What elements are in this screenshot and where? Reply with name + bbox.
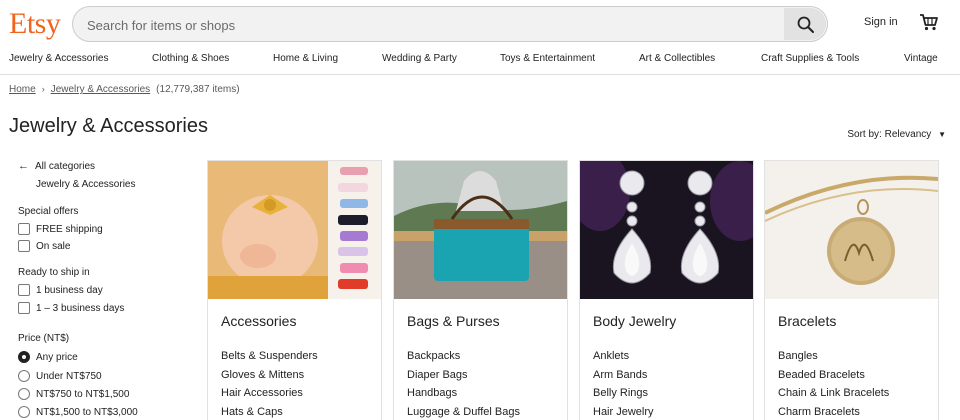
subcategory-link[interactable]: Hats & Caps <box>221 403 318 420</box>
option-label: NT$1,500 to NT$3,000 <box>36 406 138 418</box>
radio-button[interactable] <box>18 406 30 418</box>
subcategory-link[interactable]: Anklets <box>593 347 654 366</box>
cart-button[interactable] <box>919 13 939 36</box>
search-input[interactable] <box>87 15 777 35</box>
page-title: Jewelry & Accessories <box>9 115 208 137</box>
category-image <box>765 161 938 299</box>
nav-home-living[interactable]: Home & Living <box>273 53 338 64</box>
price-750-1500-option[interactable]: NT$750 to NT$1,500 <box>18 388 129 400</box>
category-title[interactable]: Bags & Purses <box>407 313 500 329</box>
ship-1-day-option[interactable]: 1 business day <box>18 284 103 296</box>
checkbox[interactable] <box>18 302 30 314</box>
subcategory-list: Bangles Beaded Bracelets Chain & Link Br… <box>778 347 889 420</box>
subcategory-link[interactable]: Backpacks <box>407 347 520 366</box>
sign-in-link[interactable]: Sign in <box>864 16 898 28</box>
current-category-label: Jewelry & Accessories <box>36 179 136 190</box>
option-label: NT$750 to NT$1,500 <box>36 388 130 400</box>
radio-button[interactable] <box>18 370 30 382</box>
nav-toys-entertainment[interactable]: Toys & Entertainment <box>500 53 595 64</box>
on-sale-option[interactable]: On sale <box>18 240 70 252</box>
all-categories-link[interactable]: ← All categories <box>18 160 95 172</box>
option-label: On sale <box>36 240 71 252</box>
subcategory-link[interactable]: Bangles <box>778 347 889 366</box>
ready-to-ship-heading: Ready to ship in <box>18 267 90 278</box>
breadcrumb-current[interactable]: Jewelry & Accessories <box>51 84 150 95</box>
category-image <box>394 161 567 299</box>
breadcrumb-home[interactable]: Home <box>9 84 36 95</box>
category-nav: Jewelry & Accessories Clothing & Shoes H… <box>0 53 960 75</box>
breadcrumb: Home › Jewelry & Accessories (12,779,387 it… <box>9 84 240 95</box>
subcategory-link[interactable]: Belts & Suspenders <box>221 347 318 366</box>
subcategory-link[interactable]: Diaper Bags <box>407 366 520 385</box>
category-card-bracelets[interactable]: Bracelets Bangles Beaded Bracelets Chain… <box>764 160 939 420</box>
subcategory-link[interactable]: Luggage & Duffel Bags <box>407 403 520 420</box>
nav-clothing-shoes[interactable]: Clothing & Shoes <box>152 53 229 64</box>
category-title[interactable]: Accessories <box>221 313 296 329</box>
category-card-accessories[interactable]: Accessories Belts & Suspenders Gloves & … <box>207 160 382 420</box>
item-count: (12,779,387 items) <box>156 84 240 95</box>
price-heading: Price (NT$) <box>18 333 70 344</box>
sort-label: Sort by: Relevancy <box>847 129 932 140</box>
subcategory-list: Anklets Arm Bands Belly Rings Hair Jewel… <box>593 347 654 420</box>
category-card-body-jewelry[interactable]: Body Jewelry Anklets Arm Bands Belly Rin… <box>579 160 754 420</box>
subcategory-link[interactable]: Arm Bands <box>593 366 654 385</box>
radio-button[interactable] <box>18 351 30 363</box>
subcategory-link[interactable]: Hair Jewelry <box>593 403 654 420</box>
search-icon <box>797 16 814 33</box>
arrow-left-icon: ← <box>18 160 29 172</box>
subcategory-link[interactable]: Chain & Link Bracelets <box>778 384 889 403</box>
nav-craft-supplies-tools[interactable]: Craft Supplies & Tools <box>761 53 859 64</box>
nav-art-collectibles[interactable]: Art & Collectibles <box>639 53 715 64</box>
all-categories-label: All categories <box>35 160 96 172</box>
nav-jewelry-accessories[interactable]: Jewelry & Accessories <box>9 53 108 64</box>
category-title[interactable]: Bracelets <box>778 313 836 329</box>
category-card-bags-purses[interactable]: Bags & Purses Backpacks Diaper Bags Hand… <box>393 160 568 420</box>
nav-wedding-party[interactable]: Wedding & Party <box>382 53 457 64</box>
sort-dropdown[interactable]: Sort by: Relevancy ▼ <box>847 129 946 140</box>
cart-icon <box>920 14 938 31</box>
subcategory-link[interactable]: Charm Bracelets <box>778 403 889 420</box>
option-label: Under NT$750 <box>36 370 102 382</box>
checkbox[interactable] <box>18 284 30 296</box>
nav-vintage[interactable]: Vintage <box>904 53 938 64</box>
special-offers-heading: Special offers <box>18 206 79 217</box>
search-button[interactable] <box>784 8 826 40</box>
subcategory-list: Belts & Suspenders Gloves & Mittens Hair… <box>221 347 318 420</box>
price-any-option[interactable]: Any price <box>18 351 78 363</box>
price-1500-3000-option[interactable]: NT$1,500 to NT$3,000 <box>18 406 138 418</box>
category-image <box>580 161 753 299</box>
checkbox[interactable] <box>18 223 30 235</box>
subcategory-link[interactable]: Hair Accessories <box>221 384 318 403</box>
option-label: Any price <box>36 351 78 363</box>
search-bar <box>72 6 828 42</box>
subcategory-list: Backpacks Diaper Bags Handbags Luggage &… <box>407 347 520 420</box>
subcategory-link[interactable]: Belly Rings <box>593 384 654 403</box>
subcategory-link[interactable]: Gloves & Mittens <box>221 366 318 385</box>
option-label: FREE shipping <box>36 223 103 235</box>
category-image <box>208 161 381 299</box>
option-label: 1 business day <box>36 284 103 296</box>
caret-down-icon: ▼ <box>938 130 946 139</box>
current-category[interactable]: Jewelry & Accessories <box>36 179 135 190</box>
option-label: 1 – 3 business days <box>36 302 125 314</box>
category-title[interactable]: Body Jewelry <box>593 313 676 329</box>
etsy-logo[interactable]: Etsy <box>9 7 61 41</box>
subcategory-link[interactable]: Beaded Bracelets <box>778 366 889 385</box>
ship-1-3-days-option[interactable]: 1 – 3 business days <box>18 302 124 314</box>
radio-button[interactable] <box>18 388 30 400</box>
price-under-750-option[interactable]: Under NT$750 <box>18 370 102 382</box>
subcategory-link[interactable]: Handbags <box>407 384 520 403</box>
chevron-right-icon: › <box>41 84 45 94</box>
free-shipping-option[interactable]: FREE shipping <box>18 223 103 235</box>
checkbox[interactable] <box>18 240 30 252</box>
